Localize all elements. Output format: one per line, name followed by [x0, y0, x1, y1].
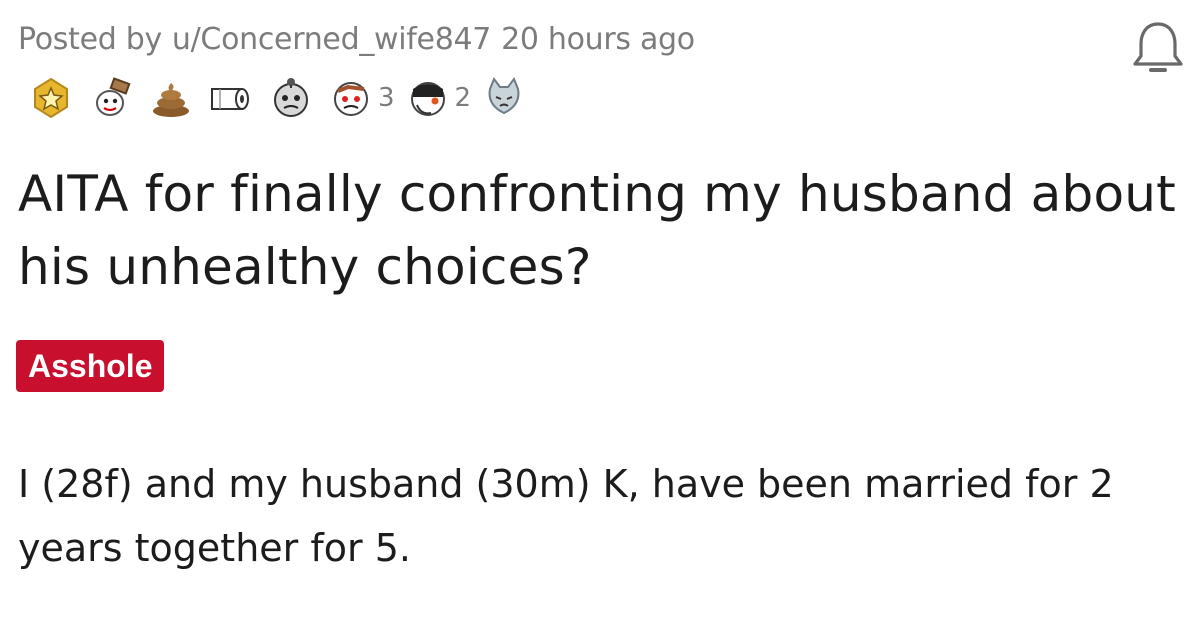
author-username[interactable]: u/Concerned_wife847	[172, 22, 491, 57]
post-meta: Posted by u/Concerned_wife847 20 hours ago	[18, 22, 695, 57]
awards-row: 3 2	[28, 70, 541, 126]
wholesome-seal-award-icon[interactable]	[88, 75, 134, 121]
poop-award-icon[interactable]	[148, 75, 194, 121]
reddit-post: Posted by u/Concerned_wife847 20 hours ago	[0, 0, 1200, 630]
sad-cat-award-icon[interactable]	[481, 75, 527, 121]
post-title[interactable]: AITA for finally confronting my husband …	[18, 158, 1188, 304]
post-flair-badge[interactable]: Asshole	[16, 340, 165, 392]
toilet-paper-award-icon[interactable]	[208, 75, 254, 121]
facepalm-award-icon[interactable]	[405, 75, 451, 121]
award-count: 3	[378, 83, 395, 113]
post-time[interactable]: 20 hours ago	[501, 22, 695, 57]
posted-by-label: Posted by	[18, 22, 162, 57]
notification-bell-icon[interactable]	[1128, 18, 1188, 82]
dead-face-award-icon[interactable]	[268, 75, 314, 121]
angry-upvote-award-icon[interactable]	[328, 75, 374, 121]
gold-award-icon[interactable]	[28, 75, 74, 121]
award-count: 2	[454, 83, 472, 113]
post-body-text: I (28f) and my husband (30m) K, have bee…	[18, 462, 1114, 570]
